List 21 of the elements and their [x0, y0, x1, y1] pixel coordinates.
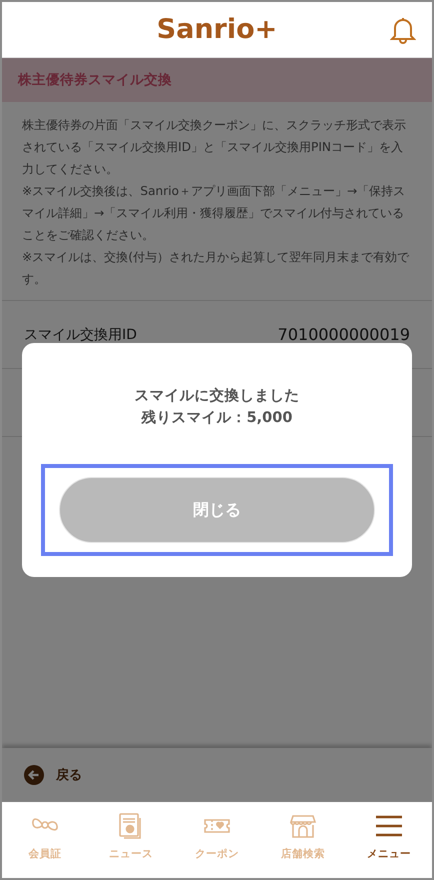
nav-tab[interactable]: 会員証	[2, 802, 88, 878]
logo: Sanrio+	[156, 14, 278, 45]
close-button[interactable]: 閉じる	[59, 477, 375, 543]
description-text: ※スマイル交換後は、Sanrio＋アプリ画面下部「メニュー」→「保持スマイル詳細」→「スマイル利用・獲得履歴」でスマイル付与されていることをご確認ください。	[22, 183, 406, 244]
nav-tab[interactable]: ニュース	[88, 802, 174, 878]
dialog-message: スマイルに交換しました	[134, 386, 300, 406]
dialog-message: 残りスマイル：5,000	[142, 408, 292, 428]
nav-tab[interactable]: クーポン	[174, 802, 260, 878]
nav-tab[interactable]: 店舗検索	[260, 802, 346, 878]
section-title: 株主優待券スマイル交換	[18, 71, 172, 89]
bell-icon[interactable]	[390, 16, 416, 44]
shop-icon	[290, 813, 316, 839]
description-text: 株主優待券の片面「スマイル交換クーポン」に、スクラッチ形式で表示されている「スマイル交換用ID」と「スマイル交換用PINコード」を入力してください。	[22, 117, 407, 178]
ticket-icon	[203, 816, 231, 836]
back-link[interactable]: 戻る	[24, 765, 82, 785]
field-value: 7010000000019	[278, 325, 410, 344]
nav-tab[interactable]: メニュー	[346, 802, 432, 878]
field-label: スマイル交換用ID	[24, 326, 137, 344]
newspaper-icon	[118, 812, 144, 840]
description-text: ※スマイルは、交換(付与）された月から起算して翌年同月末まで有効です。	[22, 249, 410, 288]
menu-icon	[375, 815, 403, 837]
